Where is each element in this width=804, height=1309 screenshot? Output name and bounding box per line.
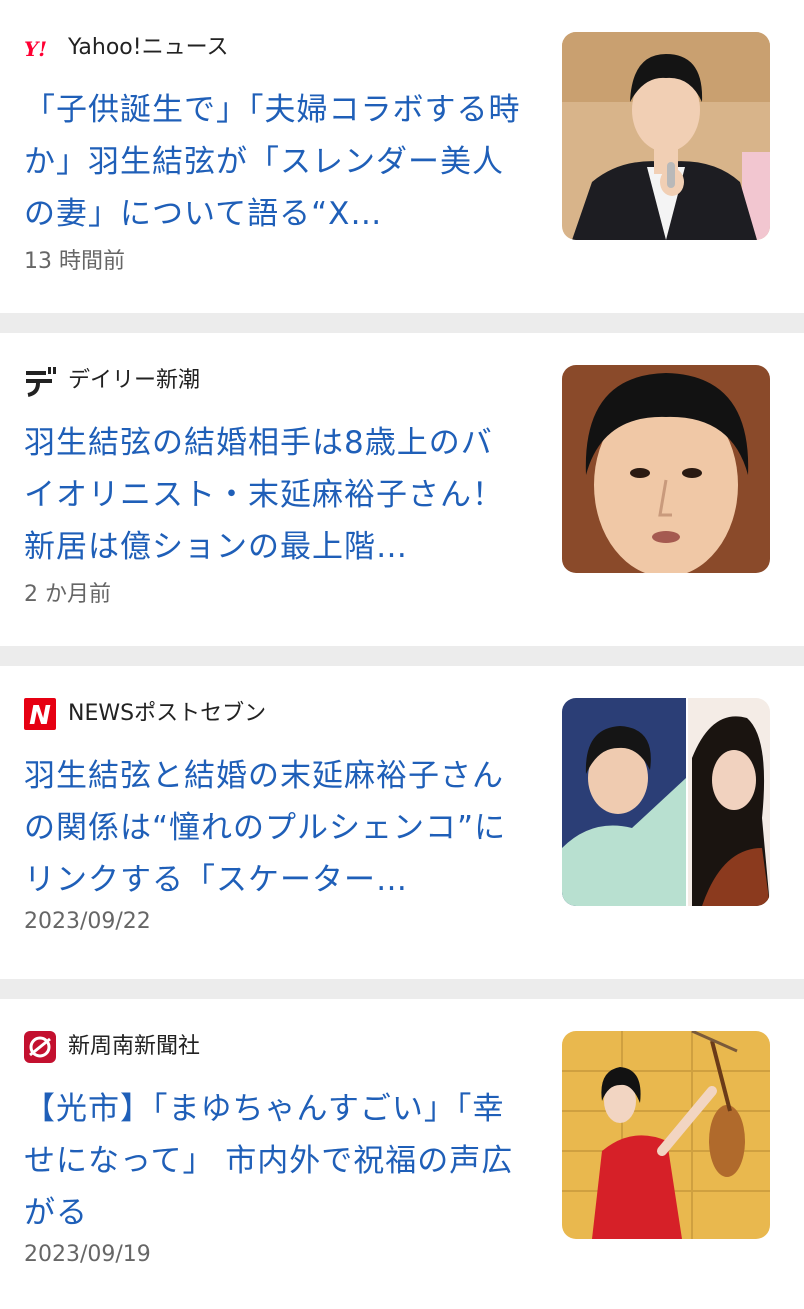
source-row: 新周南新聞社 <box>24 1031 200 1063</box>
yahoo-logo-icon: Y! <box>24 32 56 64</box>
article-headline[interactable]: 羽生結弦と結婚の末延麻裕子さんの関係は“憧れのプルシェンコ”にリンクする「スケー… <box>24 750 524 906</box>
article-headline[interactable]: 【光市】「まゆちゃんすごい」「幸せになって」 市内外で祝福の声広がる <box>24 1083 524 1239</box>
article-time: 2023/09/19 <box>24 1242 151 1267</box>
article-time: 2 か月前 <box>24 582 111 607</box>
source-name: 新周南新聞社 <box>68 1034 201 1059</box>
shin-shunan-logo-icon <box>24 1031 56 1063</box>
article-time: 13 時間前 <box>24 249 125 274</box>
source-name: デイリー新潮 <box>68 368 201 393</box>
article-time: 2023/09/22 <box>24 909 151 934</box>
news-post-seven-logo-icon: N <box>24 698 56 730</box>
article-thumbnail[interactable] <box>562 32 770 240</box>
daily-shincho-logo-icon <box>24 365 56 397</box>
news-card[interactable]: N NEWSポストセブン 羽生結弦と結婚の末延麻裕子さんの関係は“憧れのプルシェ… <box>0 666 804 979</box>
article-thumbnail[interactable] <box>562 1031 770 1239</box>
news-card[interactable]: デイリー新潮 羽生結弦の結婚相手は8歳上のバイオリニスト・末延麻裕子さん！ 新居… <box>0 333 804 646</box>
source-row: N NEWSポストセブン <box>24 698 266 730</box>
source-row: Y! Yahoo!ニュース <box>24 32 228 64</box>
article-headline[interactable]: 「子供誕生で」「夫婦コラボする時か」羽生結弦が「スレンダー美人の妻」について語る… <box>24 84 524 240</box>
source-name: Yahoo!ニュース <box>68 35 229 60</box>
article-thumbnail[interactable] <box>562 698 770 906</box>
article-thumbnail[interactable] <box>562 365 770 573</box>
source-name: NEWSポストセブン <box>68 701 267 726</box>
news-feed: Y! Yahoo!ニュース 「子供誕生で」「夫婦コラボする時か」羽生結弦が「スレ… <box>0 0 804 1309</box>
svg-text:Y!: Y! <box>24 37 47 60</box>
news-card[interactable]: Y! Yahoo!ニュース 「子供誕生で」「夫婦コラボする時か」羽生結弦が「スレ… <box>0 0 804 313</box>
article-headline[interactable]: 羽生結弦の結婚相手は8歳上のバイオリニスト・末延麻裕子さん！ 新居は億ションの最… <box>24 417 524 573</box>
news-card[interactable]: 新周南新聞社 【光市】「まゆちゃんすごい」「幸せになって」 市内外で祝福の声広が… <box>0 999 804 1309</box>
svg-text:N: N <box>29 701 51 730</box>
source-row: デイリー新潮 <box>24 365 200 397</box>
